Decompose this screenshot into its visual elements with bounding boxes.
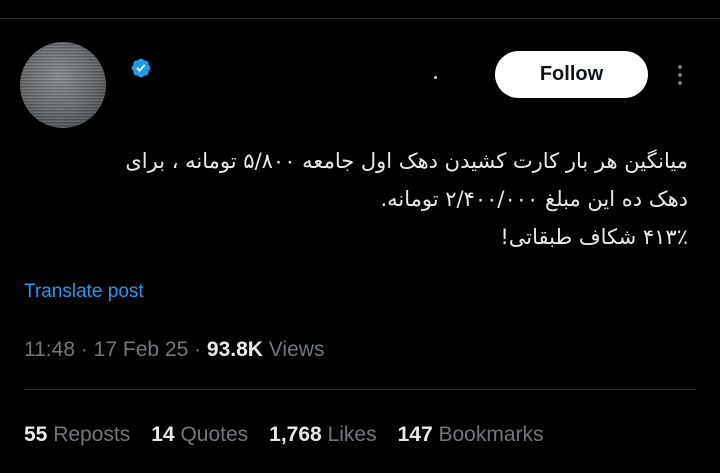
meta-separator: ·	[188, 338, 207, 361]
meta-separator: ·	[75, 338, 94, 361]
post-date[interactable]: 17 Feb 25	[94, 338, 189, 361]
likes-stat[interactable]: 1,768 Likes	[269, 423, 376, 447]
quotes-stat[interactable]: 14 Quotes	[151, 423, 248, 447]
translate-post-link[interactable]: Translate post	[24, 281, 144, 303]
reposts-count: 55	[24, 423, 48, 446]
avatar[interactable]	[20, 42, 106, 128]
reposts-label: Reposts	[53, 423, 131, 446]
quotes-count: 14	[151, 423, 175, 446]
bookmarks-label: Bookmarks	[438, 423, 544, 446]
engagement-stats: 55 Reposts 14 Quotes 1,768 Likes 147 Bookma…	[24, 423, 565, 447]
views-count[interactable]: 93.8K	[207, 338, 263, 361]
tweet-text-line: میانگین هر بار کارت کشیدن دهک اول جامعه …	[125, 149, 688, 173]
top-divider	[0, 18, 720, 19]
stats-divider	[24, 389, 696, 390]
follow-button[interactable]: Follow	[495, 51, 648, 98]
bookmarks-count: 147	[397, 423, 433, 446]
tweet-text-line: ۴۱۳٪ شکاف طبقاتی!	[500, 225, 688, 249]
tweet-text: میانگین هر بار کارت کشیدن دهک اول جامعه …	[20, 142, 688, 256]
quotes-label: Quotes	[180, 423, 249, 446]
reposts-stat[interactable]: 55 Reposts	[24, 423, 130, 447]
tweet-text-line: دهک ده این مبلغ ۲/۴۰۰/۰۰۰ تومانه.	[380, 187, 688, 211]
post-time[interactable]: 11:48	[24, 338, 75, 361]
verified-badge-icon[interactable]	[130, 57, 152, 79]
bookmarks-stat[interactable]: 147 Bookmarks	[398, 423, 544, 447]
more-options-icon[interactable]	[670, 60, 690, 90]
likes-count: 1,768	[269, 423, 322, 446]
views-label: Views	[262, 338, 325, 361]
name-separator-dot	[434, 76, 437, 79]
post-metadata: 11:48 · 17 Feb 25 · 93.8K Views	[24, 338, 324, 362]
likes-label: Likes	[327, 423, 377, 446]
